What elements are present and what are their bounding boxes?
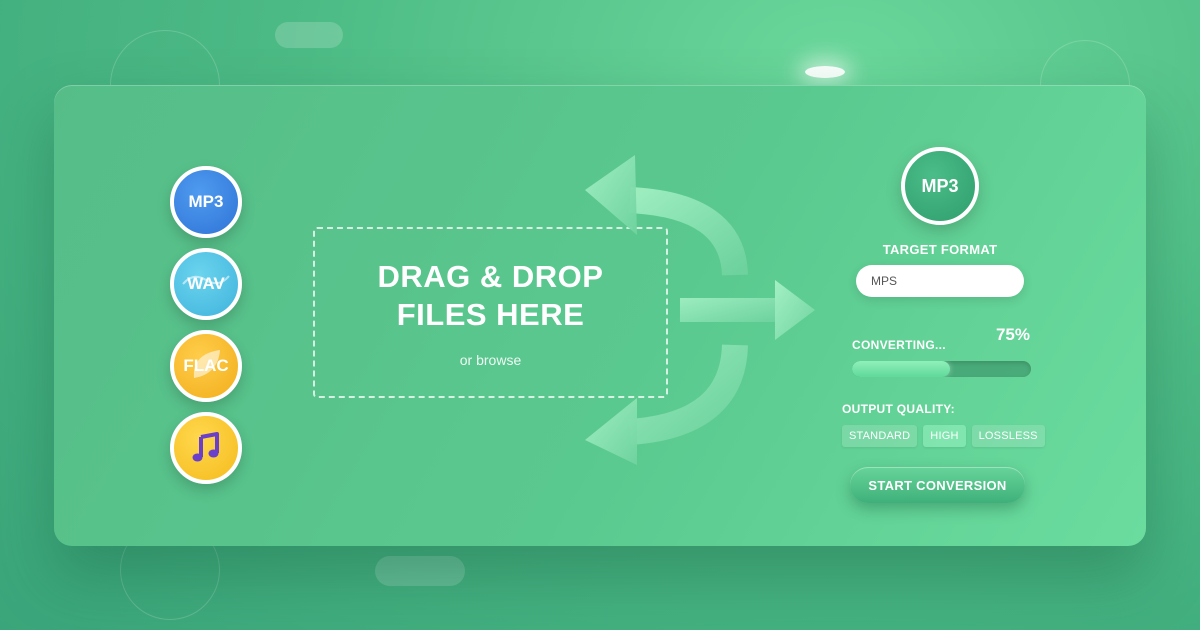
browse-link[interactable]: or browse xyxy=(460,352,521,368)
target-format-input[interactable] xyxy=(871,274,1026,288)
progress-fill xyxy=(852,361,951,377)
format-mp3[interactable]: MP3 xyxy=(170,166,242,238)
target-format-search[interactable] xyxy=(856,265,1026,297)
music-note-icon xyxy=(192,432,219,462)
quality-option-standard[interactable]: STANDARD xyxy=(842,425,918,447)
convert-arrows-icon xyxy=(585,155,815,465)
light-glow xyxy=(805,66,845,78)
format-flac[interactable]: FLAC xyxy=(170,330,242,402)
source-format-list: MP3 WAV FLAC xyxy=(170,166,242,484)
start-conversion-button[interactable]: START CONVERSION xyxy=(850,467,1025,503)
format-label: FLAC xyxy=(183,356,229,375)
format-label: WAV xyxy=(187,274,225,293)
format-wav[interactable]: WAV xyxy=(170,248,242,320)
quality-option-high[interactable]: HIGH xyxy=(923,425,966,447)
quality-options: STANDARD HIGH LOSSLESS xyxy=(842,425,1045,447)
output-quality-label: OUTPUT QUALITY: xyxy=(842,402,955,416)
quality-option-lossless[interactable]: LOSSLESS xyxy=(971,425,1045,447)
bg-pill xyxy=(375,556,465,586)
format-music-note[interactable] xyxy=(170,412,242,484)
progress-bar xyxy=(852,361,1031,377)
progress-label: CONVERTING... xyxy=(852,338,946,352)
bg-pill xyxy=(275,22,343,48)
progress-percent: 75% xyxy=(995,325,1030,344)
target-format-badge: MP3 xyxy=(901,147,979,225)
conversion-panel: MP3 TARGET FORMAT 75% CONVERTING... OUTP… xyxy=(830,140,1050,520)
format-label: MP3 xyxy=(188,192,224,211)
target-format-label: TARGET FORMAT xyxy=(882,242,998,257)
